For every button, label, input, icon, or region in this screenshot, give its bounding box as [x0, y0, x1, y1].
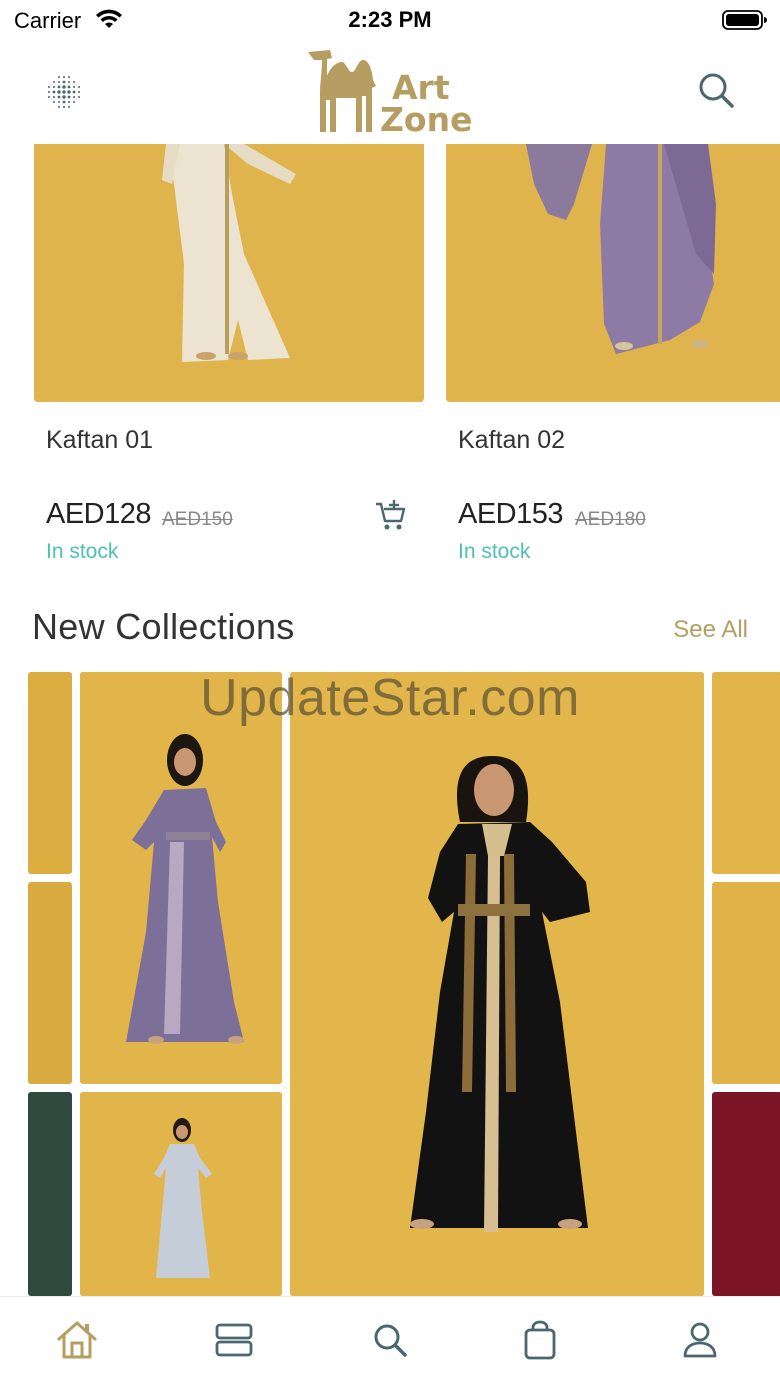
see-all-link[interactable]: See All: [673, 616, 748, 644]
profile-icon[interactable]: [677, 1317, 723, 1363]
app-header: Art Zone: [0, 40, 780, 144]
collection-tile[interactable]: [28, 882, 72, 1084]
add-to-cart-icon[interactable]: [374, 499, 408, 533]
grid-dots-icon[interactable]: [44, 72, 84, 112]
collection-tile[interactable]: [712, 882, 780, 1084]
search-icon[interactable]: [367, 1317, 413, 1363]
status-bar: Carrier 2:23 PM: [0, 0, 780, 40]
product-image[interactable]: [446, 144, 780, 402]
collection-tile[interactable]: [712, 1092, 780, 1296]
collection-tile[interactable]: [80, 1092, 282, 1296]
battery-icon: [722, 9, 768, 36]
stock-status: In stock: [458, 540, 531, 563]
collection-tile[interactable]: [290, 672, 704, 1296]
product-name[interactable]: Kaftan 01: [46, 426, 153, 455]
product-old-price: AED150: [162, 509, 233, 530]
bottom-tab-bar: [0, 1296, 780, 1387]
product-image[interactable]: [34, 144, 424, 402]
search-icon[interactable]: [696, 70, 736, 110]
section-title-new-collections: New Collections: [32, 606, 295, 647]
clock: 2:23 PM: [348, 7, 432, 32]
categories-icon[interactable]: [211, 1317, 257, 1363]
product-price: AED153: [458, 498, 564, 530]
app-screen: Carrier 2:23 PM Art Zone Kaftan 01 AED12…: [0, 0, 780, 1387]
home-icon[interactable]: [54, 1317, 100, 1363]
collection-tile[interactable]: [28, 1092, 72, 1296]
stock-status: In stock: [46, 540, 119, 563]
logo-text-zone: Zone: [380, 100, 473, 139]
watermark-text: UpdateStar.com: [200, 669, 580, 727]
collection-tile[interactable]: [80, 672, 282, 1084]
product-name[interactable]: Kaftan 02: [458, 426, 565, 455]
camel-icon: [308, 50, 376, 132]
bag-icon[interactable]: [517, 1317, 563, 1363]
brand-logo: Art Zone: [306, 46, 476, 139]
product-old-price: AED180: [575, 509, 646, 530]
product-price: AED128: [46, 498, 152, 530]
